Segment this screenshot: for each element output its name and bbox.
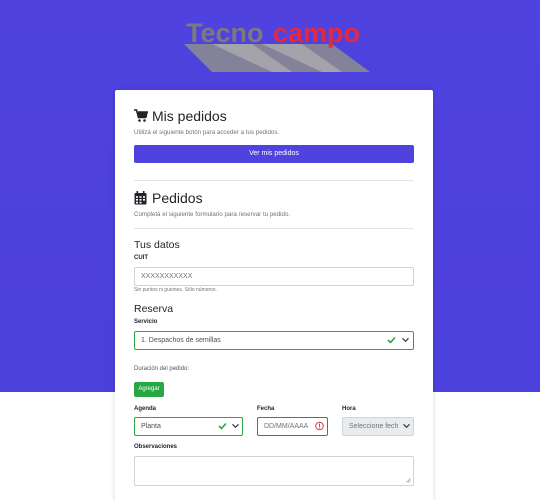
chevron-down-icon — [402, 337, 409, 344]
agenda-label: Agenda — [134, 406, 157, 412]
chevron-down-icon — [401, 423, 410, 430]
agenda-select[interactable]: Planta — [134, 417, 243, 436]
pedidos-title: Pedidos — [134, 190, 203, 206]
fecha-input[interactable]: DD/MM/AAAA — [257, 417, 328, 436]
hora-select[interactable]: Seleccione fech — [342, 417, 414, 436]
mis-pedidos-title-text: Mis pedidos — [152, 108, 227, 124]
divider — [134, 228, 414, 229]
agenda-select-value: Planta — [141, 423, 161, 430]
pedidos-title-text: Pedidos — [152, 190, 203, 206]
agregar-button[interactable]: Agregar — [134, 382, 164, 397]
shopping-cart-icon — [134, 109, 149, 123]
duracion-label: Duración del pedido: — [134, 366, 190, 372]
fecha-input-placeholder: DD/MM/AAAA — [264, 423, 309, 430]
cuit-label: CUIT — [134, 255, 148, 261]
observaciones-label: Observaciones — [134, 444, 178, 450]
error-icon — [315, 421, 324, 432]
pedidos-subtitle: Completá el siguiente formulario para re… — [134, 211, 291, 218]
resize-handle-icon[interactable] — [406, 478, 411, 485]
servicio-select-value: 1. Despachos de semillas — [141, 337, 221, 344]
tecnocampo-logo: Tecno campo — [182, 14, 372, 72]
cuit-input[interactable] — [134, 267, 414, 286]
ver-mis-pedidos-button[interactable]: Ver mis pedidos — [134, 145, 414, 163]
hora-select-value: Seleccione fech — [349, 423, 399, 430]
main-card: Mis pedidos Utilizá el siguiente botón p… — [115, 90, 433, 500]
logo-text-tecno: Tecno — [186, 18, 264, 48]
tus-datos-heading: Tus datos — [134, 239, 180, 251]
observaciones-textarea[interactable] — [134, 456, 414, 486]
calendar-icon — [134, 191, 148, 205]
divider — [134, 180, 414, 181]
servicio-select[interactable]: 1. Despachos de semillas — [134, 331, 414, 350]
cuit-help-text: Sin puntos ni guiones. Sólo números. — [134, 287, 217, 293]
mis-pedidos-title: Mis pedidos — [134, 108, 227, 124]
fecha-label: Fecha — [257, 406, 275, 412]
chevron-down-icon — [232, 423, 239, 430]
hora-label: Hora — [342, 406, 356, 412]
servicio-label: Servicio — [134, 319, 158, 325]
check-icon — [218, 422, 227, 431]
check-icon — [387, 336, 396, 345]
mis-pedidos-subtitle: Utilizá el siguiente botón para acceder … — [134, 129, 280, 136]
logo-text-campo: campo — [273, 18, 360, 48]
reserva-heading: Reserva — [134, 303, 174, 315]
